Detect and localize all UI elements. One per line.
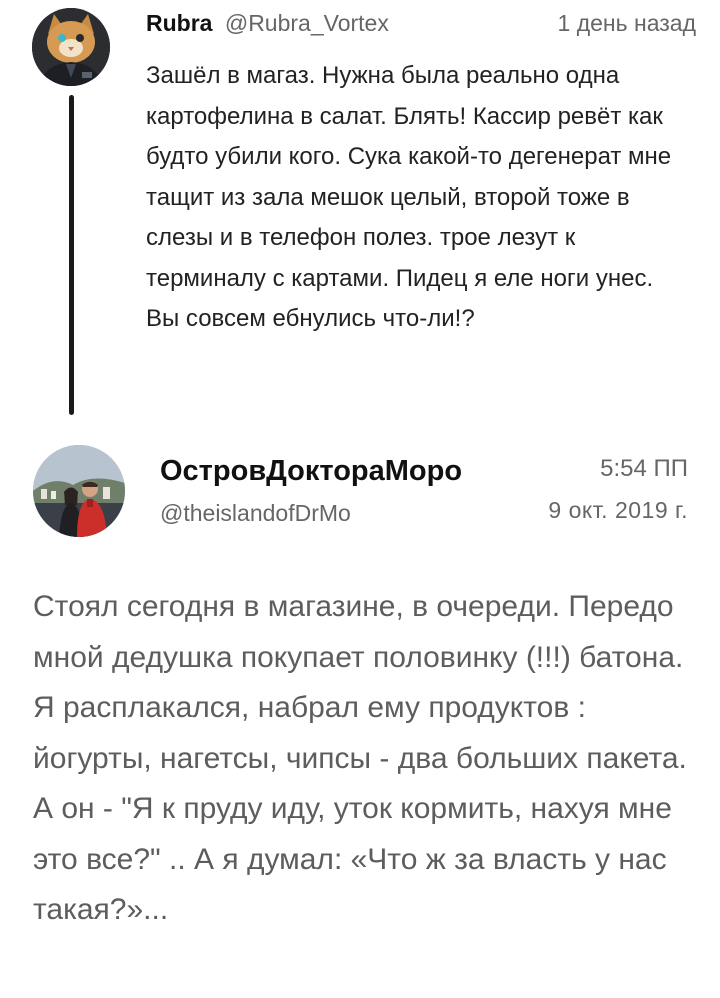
reply-header: Rubra @Rubra_Vortex 1 день назад <box>146 10 696 42</box>
thread-line <box>69 95 74 415</box>
tweet-text: Стоял сегодня в магазине, в очереди. Пер… <box>33 590 687 926</box>
post-date: 9 окт. 2019 г. <box>548 497 688 523</box>
main-tweet: ОстровДоктораМоро @theislandofDrMo 5:54 … <box>0 435 720 998</box>
user-handle[interactable]: @theislandofDrMo <box>160 500 351 527</box>
couple-photo-avatar-icon <box>33 445 125 537</box>
reply-post: Rubra @Rubra_Vortex 1 день назад Зашёл в… <box>0 0 720 425</box>
post-time: 5:54 ПП <box>600 455 688 482</box>
feed: Rubra @Rubra_Vortex 1 день назад Зашёл в… <box>0 0 720 998</box>
user-avatar[interactable] <box>32 8 110 86</box>
reply-text: Зашёл в магаз. Нужна была реально одна к… <box>146 62 672 332</box>
user-name[interactable]: Rubra <box>146 10 212 36</box>
post-time: 1 день назад <box>557 10 696 36</box>
cat-avatar-icon <box>32 8 110 86</box>
user-handle[interactable]: @Rubra_Vortex <box>225 10 389 36</box>
user-name[interactable]: ОстровДоктораМоро <box>160 455 462 488</box>
user-avatar[interactable] <box>33 445 125 537</box>
